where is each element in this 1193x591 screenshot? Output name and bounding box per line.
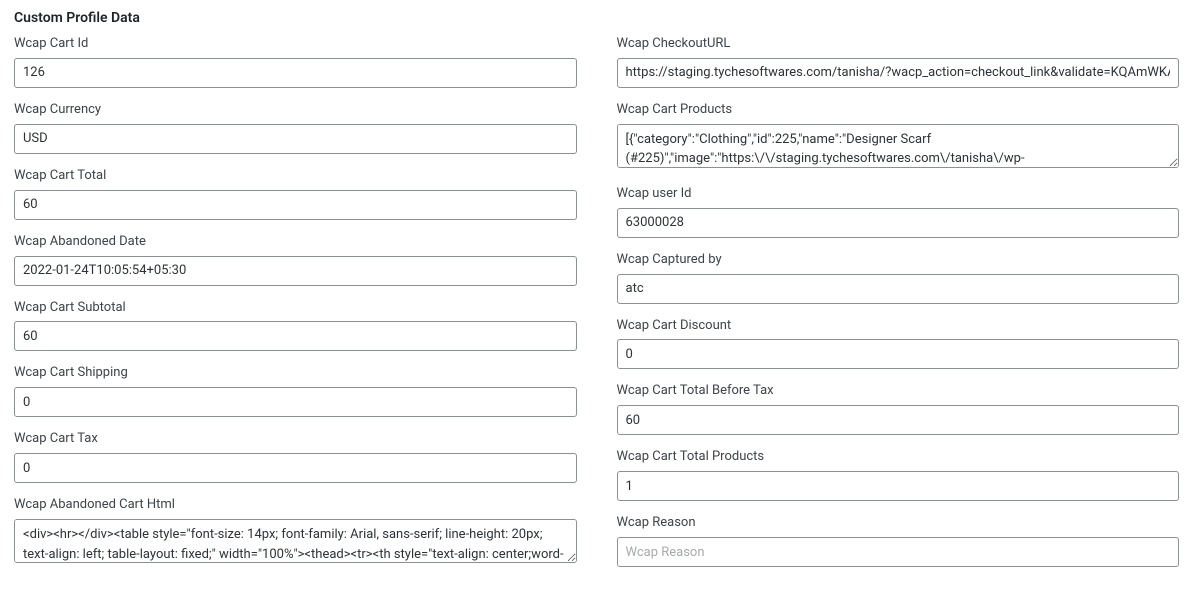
label-abandoned-html: Wcap Abandoned Cart Html: [14, 497, 577, 514]
field-cart-shipping: Wcap Cart Shipping: [14, 365, 577, 417]
field-cart-tax: Wcap Cart Tax: [14, 431, 577, 483]
input-captured-by[interactable]: [617, 274, 1180, 304]
input-total-products[interactable]: [617, 471, 1180, 501]
input-cart-shipping[interactable]: [14, 387, 577, 417]
input-cart-id[interactable]: [14, 58, 577, 88]
field-checkout-url: Wcap CheckoutURL: [617, 36, 1180, 88]
form-columns: Wcap Cart Id Wcap Currency Wcap Cart Tot…: [14, 36, 1179, 581]
field-reason: Wcap Reason: [617, 515, 1180, 567]
label-total-products: Wcap Cart Total Products: [617, 449, 1180, 466]
label-cart-subtotal: Wcap Cart Subtotal: [14, 300, 577, 317]
label-abandoned-date: Wcap Abandoned Date: [14, 234, 577, 251]
label-total-before-tax: Wcap Cart Total Before Tax: [617, 383, 1180, 400]
field-cart-id: Wcap Cart Id: [14, 36, 577, 88]
input-cart-total[interactable]: [14, 190, 577, 220]
input-total-before-tax[interactable]: [617, 405, 1180, 435]
input-cart-tax[interactable]: [14, 453, 577, 483]
label-user-id: Wcap user Id: [617, 186, 1180, 203]
field-abandoned-html: Wcap Abandoned Cart Html: [14, 497, 577, 567]
textarea-abandoned-html[interactable]: [14, 519, 577, 563]
input-reason[interactable]: [617, 537, 1180, 567]
input-user-id[interactable]: [617, 208, 1180, 238]
section-title: Custom Profile Data: [14, 10, 1179, 26]
field-cart-subtotal: Wcap Cart Subtotal: [14, 300, 577, 352]
label-checkout-url: Wcap CheckoutURL: [617, 36, 1180, 53]
label-cart-total: Wcap Cart Total: [14, 168, 577, 185]
field-cart-products: Wcap Cart Products: [617, 102, 1180, 172]
label-captured-by: Wcap Captured by: [617, 252, 1180, 269]
left-column: Wcap Cart Id Wcap Currency Wcap Cart Tot…: [14, 36, 577, 581]
input-cart-discount[interactable]: [617, 339, 1180, 369]
textarea-cart-products[interactable]: [617, 124, 1180, 168]
label-reason: Wcap Reason: [617, 515, 1180, 532]
label-cart-discount: Wcap Cart Discount: [617, 318, 1180, 335]
label-cart-id: Wcap Cart Id: [14, 36, 577, 53]
label-currency: Wcap Currency: [14, 102, 577, 119]
input-currency[interactable]: [14, 124, 577, 154]
field-currency: Wcap Currency: [14, 102, 577, 154]
label-cart-shipping: Wcap Cart Shipping: [14, 365, 577, 382]
field-total-before-tax: Wcap Cart Total Before Tax: [617, 383, 1180, 435]
input-abandoned-date[interactable]: [14, 256, 577, 286]
field-total-products: Wcap Cart Total Products: [617, 449, 1180, 501]
field-cart-total: Wcap Cart Total: [14, 168, 577, 220]
field-captured-by: Wcap Captured by: [617, 252, 1180, 304]
field-user-id: Wcap user Id: [617, 186, 1180, 238]
input-checkout-url[interactable]: [617, 58, 1180, 88]
label-cart-products: Wcap Cart Products: [617, 102, 1180, 119]
field-cart-discount: Wcap Cart Discount: [617, 318, 1180, 370]
label-cart-tax: Wcap Cart Tax: [14, 431, 577, 448]
input-cart-subtotal[interactable]: [14, 321, 577, 351]
field-abandoned-date: Wcap Abandoned Date: [14, 234, 577, 286]
right-column: Wcap CheckoutURL Wcap Cart Products Wcap…: [617, 36, 1180, 581]
